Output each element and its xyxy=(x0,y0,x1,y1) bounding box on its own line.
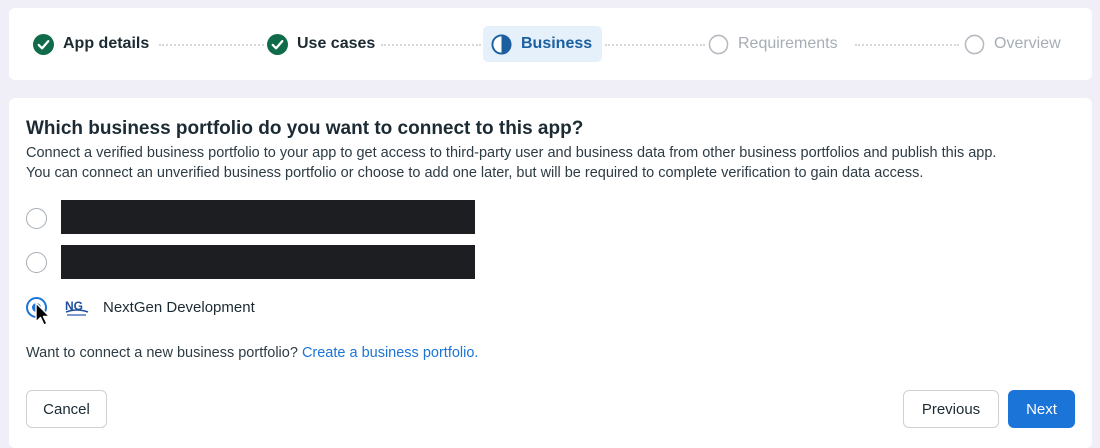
check-circle-icon xyxy=(267,33,288,55)
description-line: You can connect an unverified business p… xyxy=(26,165,924,181)
step-label: App details xyxy=(63,35,150,52)
step-label: Use cases xyxy=(297,35,376,52)
previous-button[interactable]: Previous xyxy=(903,390,999,428)
step-label: Requirements xyxy=(738,35,838,52)
business-portfolio-card: Which business portfolio do you want to … xyxy=(9,98,1092,448)
cancel-button[interactable]: Cancel xyxy=(26,390,107,428)
step-connector xyxy=(855,44,959,46)
step-label: Business xyxy=(521,35,593,52)
check-circle-icon xyxy=(33,33,54,55)
nextgen-logo-icon: NG xyxy=(65,299,89,316)
step-label: Overview xyxy=(994,35,1061,52)
step-app-details[interactable]: App details xyxy=(33,26,149,62)
half-circle-icon xyxy=(491,33,512,55)
portfolio-option-label[interactable]: NextGen Development xyxy=(103,299,255,316)
portfolio-radio-1[interactable] xyxy=(26,208,47,229)
step-business[interactable]: Business xyxy=(483,26,603,62)
step-connector xyxy=(381,44,481,46)
empty-circle-icon xyxy=(964,34,985,54)
step-use-cases[interactable]: Use cases xyxy=(267,26,375,62)
connect-new-portfolio-text: Want to connect a new business portfolio… xyxy=(26,345,478,361)
step-connector xyxy=(159,44,264,46)
mouse-cursor-icon xyxy=(35,302,51,326)
page-title: Which business portfolio do you want to … xyxy=(26,118,584,139)
empty-circle-icon xyxy=(708,34,729,54)
description-line: Connect a verified business portfolio to… xyxy=(26,145,997,161)
redacted-portfolio-name xyxy=(61,245,475,279)
create-portfolio-link[interactable]: Create a business portfolio. xyxy=(302,345,479,361)
description: Connect a verified business portfolio to… xyxy=(26,143,1086,183)
portfolio-radio-2[interactable] xyxy=(26,252,47,273)
step-requirements[interactable]: Requirements xyxy=(708,26,838,62)
step-connector xyxy=(605,44,705,46)
connect-prompt: Want to connect a new business portfolio… xyxy=(26,345,298,361)
redacted-portfolio-name xyxy=(61,200,475,234)
progress-stepper: App details Use cases Business Requireme… xyxy=(9,8,1092,80)
step-overview[interactable]: Overview xyxy=(964,26,1061,62)
next-button[interactable]: Next xyxy=(1008,390,1075,428)
